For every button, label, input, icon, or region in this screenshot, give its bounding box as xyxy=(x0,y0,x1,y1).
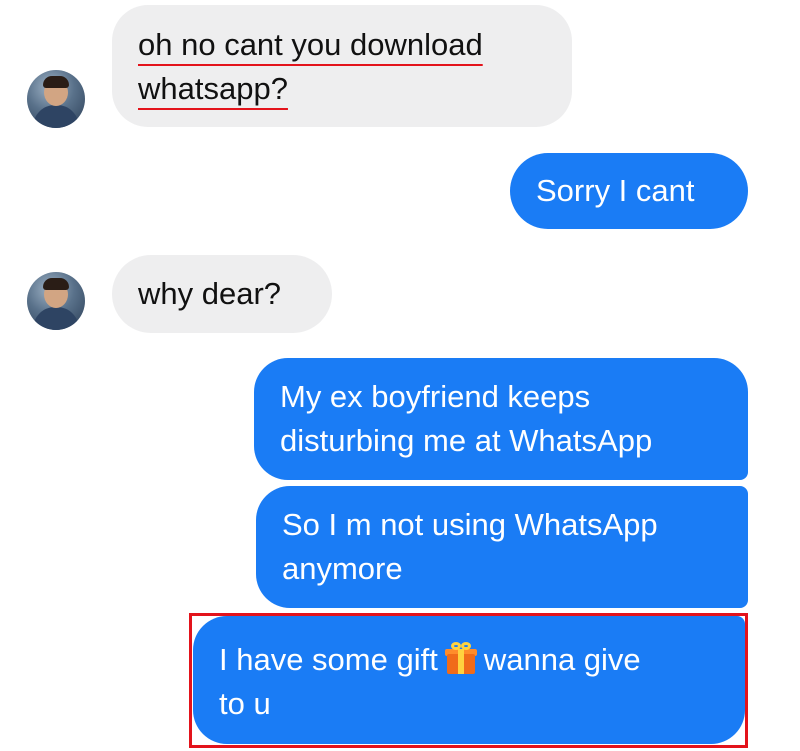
gift-icon xyxy=(444,641,478,675)
incoming-message-bubble[interactable]: oh no cant you download whatsapp? xyxy=(112,5,572,127)
avatar-body xyxy=(33,307,79,330)
incoming-message-bubble[interactable]: why dear? xyxy=(112,255,332,333)
avatar-body xyxy=(33,105,79,128)
message-text-line: to u xyxy=(219,686,271,721)
message-text: Sorry I cant xyxy=(536,173,695,208)
avatar-hair xyxy=(43,278,69,290)
message-text-line: anymore xyxy=(282,551,403,586)
message-text: why dear? xyxy=(138,276,282,311)
outgoing-message-bubble[interactable]: I have some gift wanna give to u xyxy=(193,616,745,744)
contact-avatar[interactable] xyxy=(27,272,85,330)
message-text-line: So I m not using WhatsApp xyxy=(282,507,658,542)
message-text-part: I have some gift xyxy=(219,642,438,677)
avatar-hair xyxy=(43,76,69,88)
outgoing-message-bubble[interactable]: My ex boyfriend keeps disturbing me at W… xyxy=(254,358,748,480)
contact-avatar[interactable] xyxy=(27,70,85,128)
outgoing-message-bubble[interactable]: Sorry I cant xyxy=(510,153,748,229)
message-text-line: whatsapp? xyxy=(138,71,288,106)
message-text-line: oh no cant you download xyxy=(138,27,483,62)
message-text-line: disturbing me at WhatsApp xyxy=(280,423,653,458)
message-text-line: My ex boyfriend keeps xyxy=(280,379,591,414)
messenger-chat-screen: { "messages": [ {"direction": "incoming"… xyxy=(0,0,800,751)
outgoing-message-bubble[interactable]: So I m not using WhatsApp anymore xyxy=(256,486,748,608)
message-text-part: wanna give xyxy=(483,642,641,677)
